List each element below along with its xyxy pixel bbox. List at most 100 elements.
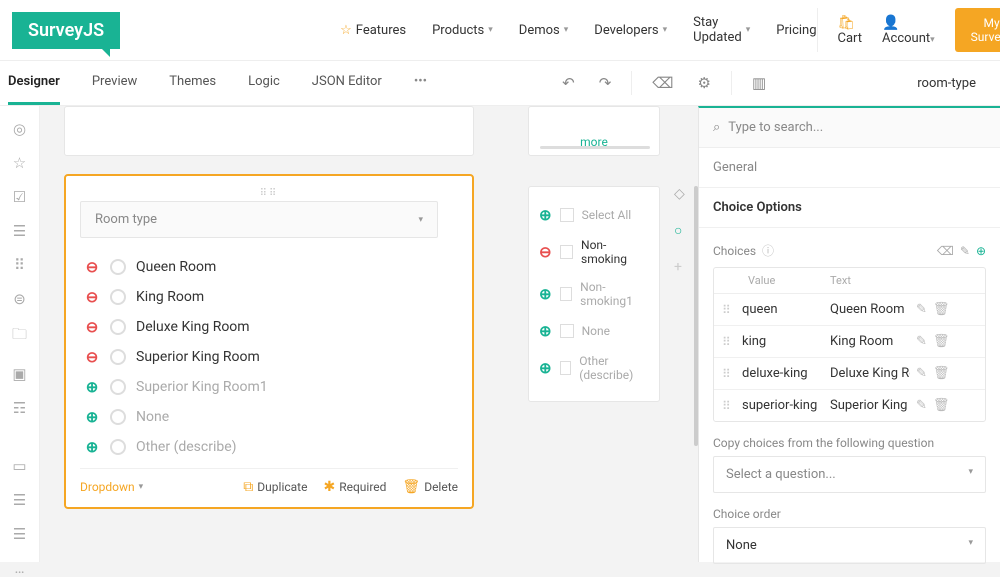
nav-account[interactable]: 👤Account▾	[882, 15, 935, 46]
add-icon[interactable]: ⊕	[539, 206, 552, 224]
add-icon[interactable]: ⊕	[539, 359, 552, 377]
edit-icon[interactable]: ✎	[916, 302, 927, 317]
group-icon[interactable]: ⠿	[14, 256, 25, 274]
tab-preview[interactable]: Preview	[92, 61, 137, 105]
question-card-right[interactable]: ⊕Select All ⊖Non-smoking ⊕Non-smoking1 ⊕…	[528, 186, 660, 402]
tab-more[interactable]: •••	[414, 61, 427, 105]
add-icon[interactable]: ⊕	[539, 322, 552, 340]
eraser-icon[interactable]: ⌫	[937, 244, 954, 258]
choice-value[interactable]: deluxe-king	[742, 366, 824, 381]
choice-row[interactable]: ⊖Deluxe King Room	[80, 312, 458, 342]
trash-icon[interactable]: 🗑	[933, 302, 950, 317]
drag-handle-icon[interactable]: ⠿	[722, 367, 736, 381]
choice-value[interactable]: queen	[742, 302, 824, 317]
adorner-icon[interactable]: ◇	[674, 186, 685, 202]
star-icon[interactable]: ☆	[13, 154, 26, 172]
choice-text[interactable]: Deluxe King Ro	[830, 366, 910, 381]
choice-row-add[interactable]: ⊕Superior King Room1	[80, 372, 458, 402]
choices-table-row[interactable]: ⠿superior-kingSuperior King✎🗑	[714, 390, 985, 421]
trash-icon[interactable]: 🗑	[933, 398, 950, 413]
dropdown-title-input[interactable]: Room type ▾	[80, 201, 438, 238]
add-icon[interactable]: ⊕	[539, 285, 552, 303]
drag-handle-icon[interactable]: ⠿	[722, 399, 736, 413]
duplicate-button[interactable]: ⧉Duplicate	[243, 479, 307, 495]
folder-icon[interactable]: 🗀	[12, 324, 27, 349]
settings-icon[interactable]: ⚙	[694, 70, 715, 96]
add-icon[interactable]: ⊕	[84, 439, 100, 455]
undo-icon[interactable]: ↶	[558, 70, 579, 96]
nav-cart[interactable]: 🛍Cart	[838, 15, 863, 46]
nav-products[interactable]: Products▾	[432, 23, 493, 38]
choice-text[interactable]: King Room	[830, 334, 910, 349]
choice-row[interactable]: ⊖King Room	[80, 282, 458, 312]
category-choice-options[interactable]: Choice Options	[699, 188, 1000, 228]
scrollbar[interactable]	[694, 186, 698, 446]
category-general[interactable]: General	[699, 148, 1000, 188]
question-type-selector[interactable]: Dropdown▾	[80, 480, 143, 494]
choices-table-row[interactable]: ⠿ king King Room ✎ 🗑	[714, 326, 985, 358]
adorner-icon[interactable]: ○	[674, 222, 685, 239]
choices-table-row[interactable]: ⠿ queen Queen Room ✎ 🗑	[714, 294, 985, 326]
side-other[interactable]: ⊕Other (describe)	[539, 347, 649, 389]
edit-icon[interactable]: ✎	[916, 366, 927, 381]
comment-icon[interactable]: ☶	[13, 399, 26, 417]
rect-icon[interactable]: ▭	[12, 457, 26, 475]
trash-icon[interactable]: 🗑	[933, 334, 950, 349]
drag-handle-icon[interactable]: ⠿⠿	[80, 186, 458, 201]
remove-icon[interactable]: ⊖	[84, 259, 100, 275]
nav-features[interactable]: ☆Features	[340, 23, 406, 38]
tab-themes[interactable]: Themes	[169, 61, 216, 105]
remove-icon[interactable]: ⊖	[84, 319, 100, 335]
nav-pricing[interactable]: Pricing	[776, 23, 816, 38]
list-icon[interactable]: ☰	[13, 491, 26, 509]
remove-icon[interactable]: ⊖	[539, 243, 552, 261]
remove-icon[interactable]: ⊖	[84, 349, 100, 365]
side-choice[interactable]: ⊕Non-smoking1	[539, 273, 649, 315]
edit-icon[interactable]: ✎	[916, 398, 927, 413]
choices-table-row[interactable]: ⠿ deluxe-king Deluxe King Ro ✎ 🗑	[714, 358, 985, 390]
add-icon[interactable]: ⊕	[84, 409, 100, 425]
trash-icon[interactable]: 🗑	[933, 366, 950, 381]
side-none[interactable]: ⊕None	[539, 315, 649, 347]
edit-list-icon[interactable]: ✎	[960, 244, 970, 258]
choice-text[interactable]: Superior King	[830, 398, 910, 413]
checkbox-icon[interactable]: ☑	[13, 188, 26, 206]
choice-text[interactable]: Queen Room	[830, 302, 910, 317]
toggle-icon[interactable]: ⊜	[13, 290, 26, 308]
logo[interactable]: SurveyJS	[12, 12, 120, 49]
choice-value[interactable]: king	[742, 334, 824, 349]
required-button[interactable]: ✱Required	[323, 479, 386, 495]
add-choice-icon[interactable]: ⊕	[976, 244, 986, 258]
choice-row[interactable]: ⊖Superior King Room	[80, 342, 458, 372]
redo-icon[interactable]: ↷	[595, 70, 616, 96]
nav-developers[interactable]: Developers▾	[594, 23, 667, 38]
my-surveys-button[interactable]: My Surveys	[955, 8, 1000, 52]
eraser-icon[interactable]: ⌫	[648, 70, 677, 96]
help-icon[interactable]: ⓘ	[762, 242, 774, 259]
remove-icon[interactable]: ⊖	[84, 289, 100, 305]
tab-json[interactable]: JSON Editor	[312, 61, 382, 105]
side-select-all[interactable]: ⊕Select All	[539, 199, 649, 231]
add-icon[interactable]: ⊕	[84, 379, 100, 395]
text-icon[interactable]: ☰	[13, 222, 26, 240]
choice-row-none[interactable]: ⊕None	[80, 402, 458, 432]
selected-question-card[interactable]: ⠿⠿ Room type ▾ ⊖Queen Room ⊖King Room ⊖D…	[64, 174, 474, 509]
nav-demos[interactable]: Demos▾	[519, 23, 568, 38]
tab-logic[interactable]: Logic	[248, 61, 280, 105]
choice-row[interactable]: ⊖Queen Room	[80, 252, 458, 282]
book-icon[interactable]: ▥	[748, 70, 770, 96]
panel-icon[interactable]: ▣	[12, 365, 26, 383]
choice-row-other[interactable]: ⊕Other (describe)	[80, 432, 458, 462]
copy-choices-select[interactable]: Select a question... ▾	[713, 456, 986, 493]
choice-order-select[interactable]: None ▾	[713, 527, 986, 564]
adorner-add-icon[interactable]: +	[674, 259, 685, 275]
design-canvas[interactable]: more ⠿⠿ Room type ▾ ⊖Queen Room ⊖King Ro…	[40, 106, 698, 562]
drag-handle-icon[interactable]: ⠿	[722, 303, 736, 317]
list2-icon[interactable]: ☰	[13, 525, 26, 543]
side-choice[interactable]: ⊖Non-smoking	[539, 231, 649, 273]
question-card-prev[interactable]	[64, 106, 474, 156]
edit-icon[interactable]: ✎	[916, 334, 927, 349]
tab-designer[interactable]: Designer	[8, 61, 60, 105]
nav-stay-updated[interactable]: Stay Updated▾	[693, 15, 750, 45]
drag-handle-icon[interactable]: ⠿	[722, 335, 736, 349]
